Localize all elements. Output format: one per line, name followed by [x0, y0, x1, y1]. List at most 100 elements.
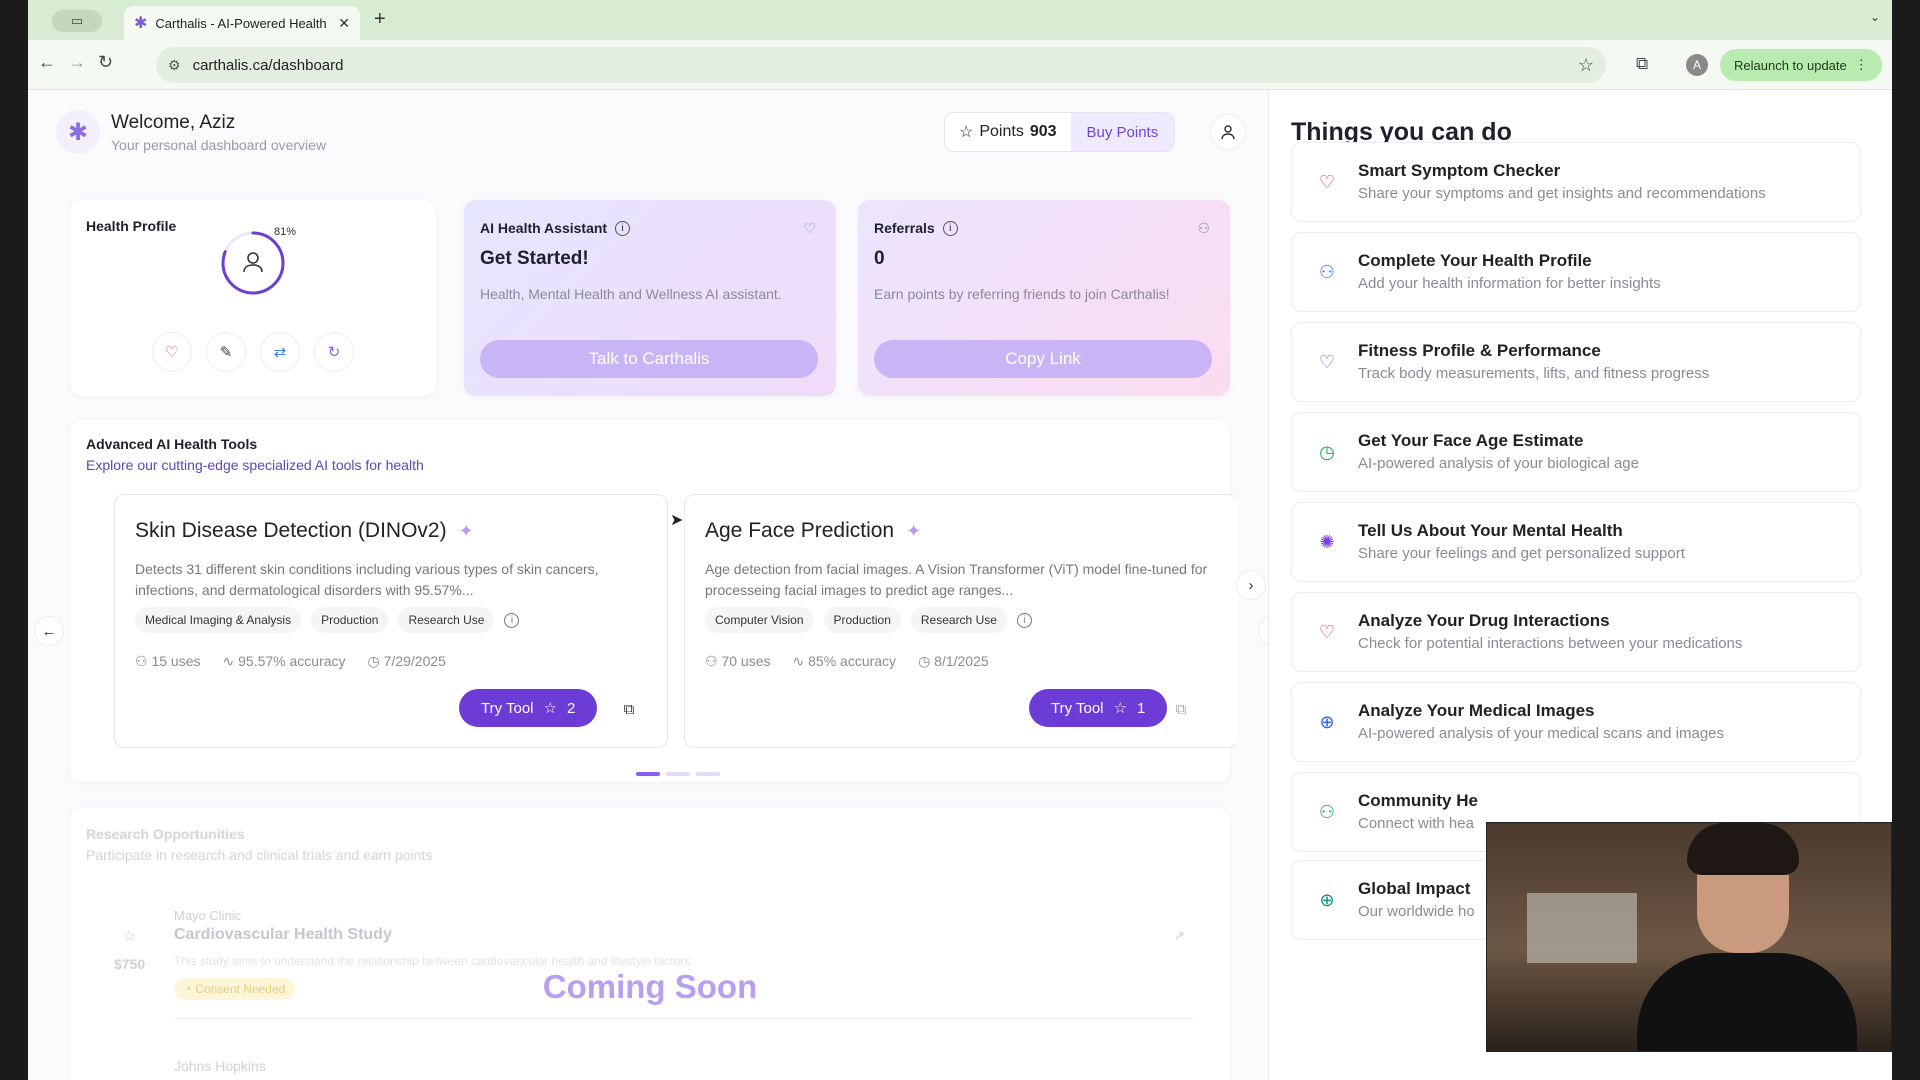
- tool-card[interactable]: Skin Disease Detection (DINOv2) ✦ Detect…: [114, 494, 668, 748]
- arrow-up-right-icon[interactable]: ↗: [1174, 928, 1185, 944]
- action-description: Check for potential interactions between…: [1358, 635, 1743, 652]
- user-switch-icon[interactable]: ⇄: [260, 332, 300, 372]
- reload-icon[interactable]: ↻: [98, 52, 113, 73]
- info-icon[interactable]: i: [615, 220, 631, 236]
- globe-icon: ⊕: [1319, 711, 1335, 732]
- tool-accuracy: 95.57% accuracy: [238, 653, 346, 669]
- action-description: Connect with hea: [1358, 815, 1474, 832]
- user-icon: [1221, 125, 1235, 140]
- extensions-icon[interactable]: ⧉: [1636, 54, 1648, 74]
- tab-search-icon[interactable]: ▭: [52, 10, 102, 32]
- mouse-cursor-icon: ➤: [670, 512, 684, 529]
- health-profile-title: Health Profile: [86, 218, 177, 234]
- talk-to-carthalis-button[interactable]: Talk to Carthalis: [480, 340, 818, 378]
- profile-avatar[interactable]: A: [1686, 54, 1708, 76]
- tool-tag: Research Use: [398, 607, 495, 633]
- heart-icon[interactable]: ♡: [152, 332, 192, 372]
- action-title: Global Impact: [1358, 879, 1471, 898]
- coming-soon-overlay: Coming Soon: [542, 968, 758, 1005]
- tool-name-row: Age Face Prediction ✦: [705, 519, 921, 543]
- ai-assistant-title: AI Health Assistant: [480, 220, 608, 236]
- action-item[interactable]: ◷ Get Your Face Age Estimate AI-powered an…: [1291, 412, 1861, 492]
- action-item[interactable]: ⚇ Complete Your Health Profile Add your he…: [1291, 232, 1861, 312]
- star-icon: ☆: [959, 124, 974, 141]
- new-tab-icon[interactable]: +: [374, 8, 386, 31]
- action-item[interactable]: ⊕ Analyze Your Medical Images AI-powered a…: [1291, 682, 1861, 762]
- globe-icon: ⊕: [1319, 889, 1335, 910]
- carousel-dot[interactable]: [696, 772, 720, 776]
- arrow-left-icon[interactable]: ←: [34, 616, 64, 646]
- back-icon[interactable]: ←: [38, 52, 56, 73]
- welcome-subtitle: Your personal dashboard overview: [111, 137, 327, 153]
- brain-icon: ✺: [1319, 531, 1335, 552]
- heart-icon: ♡: [1318, 621, 1336, 642]
- sparkle-icon: ✦: [906, 520, 922, 541]
- study-org: Mayo Clinic: [174, 908, 242, 923]
- tool-name-row: Skin Disease Detection (DINOv2) ✦: [135, 519, 474, 543]
- chevron-right-icon[interactable]: ›: [1236, 570, 1266, 600]
- ai-assistant-header: AI Health Assistant i: [480, 220, 631, 236]
- profile-progress-ring[interactable]: [220, 230, 286, 296]
- action-description: Track body measurements, lifts, and fitn…: [1358, 365, 1710, 382]
- activity-icon: ∿: [222, 653, 239, 669]
- tool-card[interactable]: Age Face Prediction ✦ Age detection from…: [684, 494, 1238, 748]
- omnibox[interactable]: ⚙ carthalis.ca/dashboard ☆: [156, 47, 1606, 83]
- carousel-dot[interactable]: [636, 772, 660, 776]
- forward-icon[interactable]: →: [68, 52, 86, 73]
- users-icon: ⚇: [705, 653, 722, 669]
- tool-description: Age detection from facial images. A Visi…: [705, 561, 1208, 598]
- referrals-card: Referrals i ⚇ 0 Earn points by referring…: [858, 200, 1230, 396]
- copy-link-button[interactable]: Copy Link: [874, 340, 1212, 378]
- action-item[interactable]: ♡ Smart Symptom Checker Share your symptom…: [1291, 142, 1861, 222]
- ai-tools-title: Advanced AI Health Tools: [86, 436, 258, 452]
- relaunch-button[interactable]: Relaunch to update ⋮: [1720, 49, 1882, 81]
- buy-points-button[interactable]: Buy Points: [1070, 113, 1175, 151]
- info-icon[interactable]: i: [942, 220, 958, 236]
- webcam-overlay: [1486, 822, 1892, 1052]
- tool-meta: ⚇ 15 uses ∿ 95.57% accuracy ◷ 7/29/2025: [135, 653, 446, 670]
- refresh-icon[interactable]: ↻: [314, 332, 354, 372]
- action-title: Get Your Face Age Estimate: [1358, 431, 1584, 450]
- ai-assistant-card: AI Health Assistant i ♡ Get Started! Hea…: [464, 200, 836, 396]
- active-tab[interactable]: ✱ Carthalis - AI-Powered Health ✕: [124, 6, 360, 40]
- clock-icon: ◷: [918, 653, 935, 669]
- ai-assistant-headline: Get Started!: [480, 248, 589, 269]
- action-item[interactable]: ♡ Fitness Profile & Performance Track body…: [1291, 322, 1861, 402]
- try-tool-button[interactable]: Try Tool ☆ 1: [1029, 689, 1168, 727]
- close-tab-icon[interactable]: ✕: [338, 15, 350, 32]
- users-icon: ⚇: [1318, 801, 1336, 822]
- try-tool-button[interactable]: Try Tool ☆ 2: [459, 689, 598, 727]
- ai-tools-section: Advanced AI Health Tools Explore our cut…: [70, 420, 1238, 782]
- info-icon[interactable]: i: [1016, 612, 1032, 628]
- research-subtitle: Participate in research and clinical tri…: [86, 847, 433, 863]
- url-text[interactable]: carthalis.ca/dashboard: [193, 57, 1566, 74]
- activity-icon: ∿: [792, 653, 809, 669]
- person-hair: [1687, 823, 1799, 875]
- clock-icon: ◷: [1319, 441, 1335, 462]
- carousel-dot[interactable]: [666, 772, 690, 776]
- tab-bar: ▭ ✱ Carthalis - AI-Powered Health ✕ + ⌄: [28, 0, 1892, 40]
- info-icon[interactable]: i: [504, 612, 520, 628]
- study-name[interactable]: Cardiovascular Health Study: [174, 926, 392, 944]
- tool-tag: Medical Imaging & Analysis: [135, 607, 302, 633]
- edit-icon[interactable]: ✎: [206, 332, 246, 372]
- external-link-icon[interactable]: ⧉: [613, 693, 645, 725]
- carthalis-logo-icon[interactable]: ✱: [56, 110, 100, 154]
- action-title: Smart Symptom Checker: [1358, 161, 1561, 180]
- star-icon: ☆: [1113, 700, 1127, 717]
- bookmark-star-icon[interactable]: ☆: [1578, 55, 1594, 76]
- action-item[interactable]: ♡ Analyze Your Drug Interactions Check for…: [1291, 592, 1861, 672]
- tool-star-count: 2: [566, 699, 576, 717]
- tool-tag: Production: [311, 607, 389, 633]
- try-tool-label: Try Tool: [1051, 699, 1104, 717]
- address-bar-row: ← → ↻ ⚙ carthalis.ca/dashboard ☆ ⧉ A Rel…: [28, 40, 1892, 90]
- tab-list-chevron-icon[interactable]: ⌄: [1870, 10, 1880, 24]
- action-item[interactable]: ✺ Tell Us About Your Mental Health Share y…: [1291, 502, 1861, 582]
- tool-name: Age Face Prediction: [705, 519, 895, 542]
- ai-tools-subtitle: Explore our cutting-edge specialized AI …: [86, 457, 424, 473]
- site-info-icon[interactable]: ⚙: [168, 57, 181, 74]
- heart-outline-icon: ♡: [803, 220, 816, 236]
- referrals-title: Referrals: [874, 220, 935, 236]
- user-menu-button[interactable]: [1210, 114, 1246, 150]
- external-link-icon[interactable]: ⧉: [1165, 693, 1197, 725]
